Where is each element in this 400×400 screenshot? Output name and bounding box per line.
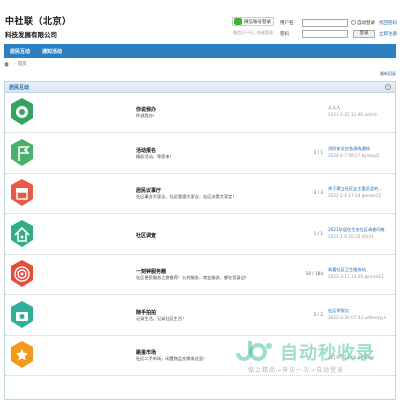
forum-row-last-time: 2021-5-25 11:40 admin (328, 112, 378, 117)
wechat-login-button[interactable]: 微信账号登录 (232, 17, 274, 26)
forum-row[interactable]: 随手拍拍 记录生活，记录社区生活！ 2 / 2 社区举报点 2022-3-30 07:4… (5, 296, 395, 336)
main-nav: 居民互动 通知活动 (4, 44, 396, 58)
forum-row-title[interactable]: 你说我办 (136, 106, 156, 113)
target-disc-icon[interactable] (9, 97, 35, 127)
forum-row-title[interactable]: 跳蚤市场 (136, 349, 156, 356)
forum-row-title[interactable]: 一刻钟服务圈 (136, 268, 166, 275)
logo-line1: 中社联（北京） (5, 17, 72, 27)
breadcrumb-current[interactable]: 首页 (18, 61, 27, 67)
breadcrumb-separator: › (14, 61, 16, 67)
forum-row-count: 3 / 3 (313, 190, 323, 195)
username-input[interactable] (302, 18, 348, 27)
forum-row[interactable]: 你说我办 你说我办！ 人人人 2021-5-25 11:40 admin (5, 93, 395, 133)
forum-box-title[interactable]: 居民互动 (9, 84, 29, 91)
forum-row-last-time: 2022-3-30 07:43 uddeeyjyn (328, 314, 387, 320)
forum-row-last-post[interactable]: 2021年居住生态社区调查问卷 (328, 227, 385, 233)
forum-row-last-post[interactable]: 关于建立社区业主委员会的... (328, 186, 382, 192)
forum-row[interactable]: 活动报名 精彩活动，等您来！ 1 / 1 消防安全应急演练通知 2024-4-7 09:… (5, 134, 395, 174)
wechat-login-label: 微信账号登录 (244, 19, 271, 25)
forum-row-title[interactable]: 活动报名 (136, 147, 156, 154)
password-label: 密码 (280, 31, 289, 37)
site-logo[interactable]: 中社联（北京） 科技发展有限公司 (5, 14, 72, 39)
forum-row-count: 1 / 1 (313, 230, 323, 236)
forum-row-last-post[interactable]: 消防安全应急演练通知 (328, 146, 370, 152)
auto-login-checkbox[interactable] (351, 20, 356, 25)
login-form: 用户名 自动登录 找回密码 密码 登录 立即注册 (280, 17, 397, 39)
forum-box-header: 居民互动 − (5, 82, 395, 93)
find-password-link[interactable]: 找回密码 (379, 20, 397, 26)
forum-row-desc: 社区二手市场，闲置物品交换来这里！ (136, 356, 208, 361)
forum-row-last-post[interactable]: 社区举报点 (328, 308, 349, 314)
forum-row[interactable]: 一刻钟服务圈 社区便民服务之旅推荐！公共服务，商业服务，都在您身边！ 18 / 18… (5, 255, 395, 295)
breadcrumb: › 首页 (4, 61, 27, 67)
wechat-icon (234, 18, 242, 25)
camera-icon[interactable] (9, 300, 35, 330)
forum-row-title[interactable]: 居民议事厅 (136, 187, 161, 194)
nav-item-notices[interactable]: 通知活动 (36, 48, 68, 55)
forum-row-title[interactable]: 社区调查 (136, 232, 156, 239)
logo-line2: 科技发展有限公司 (5, 31, 57, 39)
forum-box: 居民互动 − 你说我办 你说我办！ 人人人 2021-5-25 11:40 admin… (4, 81, 396, 400)
forum-row[interactable]: 跳蚤市场 社区二手市场，闲置物品交换来这里！ 2019-7-13 08:23 Bih… (5, 336, 395, 376)
target-rings-icon[interactable] (9, 259, 35, 289)
newest-replies-link[interactable]: 最新回复 (380, 71, 396, 77)
home-arrow-icon[interactable] (9, 219, 35, 249)
home-icon[interactable] (4, 61, 9, 67)
forum-row[interactable]: 居民议事厅 社区事务大家议，社区管理大家议，社区决策大家定！ 3 / 3 关于建立社区… (5, 174, 395, 214)
forum-row-last-time: 2022-1-6 16:33 Sfiril1 (328, 233, 374, 239)
scan-hint: 微信扫一扫，快速登录 (233, 30, 273, 35)
forum-row[interactable]: 社区调查 1 / 1 2021年居住生态社区调查问卷 2022-1-6 16:33 S… (5, 215, 395, 255)
forum-row-last-post[interactable]: 筑嘉社区卫生服务站 (328, 267, 366, 273)
flag-icon[interactable] (9, 138, 35, 168)
star-badge-icon[interactable] (9, 340, 35, 370)
forum-row-desc: 记录生活，记录社区生活！ (136, 315, 187, 321)
forum-row-last-time: 2024-4-7 09:17 Kyidaql2 (328, 152, 380, 158)
username-label: 用户名 (280, 20, 294, 26)
auto-login-label: 自动登录 (357, 20, 375, 26)
login-button[interactable]: 登录 (353, 29, 375, 38)
forum-row-count: 18 / 184 (305, 271, 323, 276)
nav-item-interaction[interactable]: 居民互动 (4, 48, 36, 55)
register-link[interactable]: 立即注册 (379, 31, 397, 37)
collapse-icon[interactable]: − (385, 84, 391, 90)
forum-row-last-post[interactable]: 人人人 (328, 105, 341, 111)
forum-row-count: 2 / 2 (313, 311, 323, 317)
forum-row-desc: 你说我办！ (136, 113, 157, 118)
forum-row-desc: 精彩活动，等您来！ (136, 153, 174, 159)
forum-row-count: 1 / 1 (313, 149, 323, 155)
shop-icon[interactable] (9, 178, 35, 208)
forum-row-desc: 社区便民服务之旅推荐！公共服务，商业服务，都在您身边！ (136, 275, 250, 280)
forum-row-title[interactable]: 随手拍拍 (136, 309, 156, 316)
forum-row-last-time: 2022-1-6 17:24 gomse12 (328, 193, 382, 198)
password-input[interactable] (302, 29, 348, 38)
forum-row-desc: 社区事务大家议，社区管理大家议，社区决策大家定！ (136, 194, 237, 199)
page-header: 中社联（北京） 科技发展有限公司 微信账号登录 微信扫一扫，快速登录 用户名 自… (0, 0, 400, 44)
forum-row-last-time: 2019-7-13 08:23 Bihd (328, 355, 374, 360)
forum-row-last-time: 2022-3-11 14:26 gomse12 (328, 274, 384, 279)
